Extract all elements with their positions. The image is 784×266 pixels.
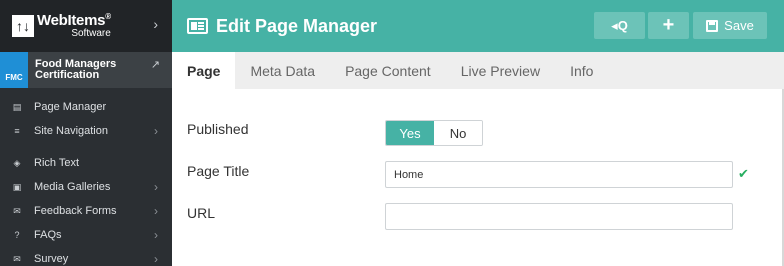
envelope-icon: ✉ [13, 253, 21, 264]
tab-page-content[interactable]: Page Content [330, 52, 446, 89]
chevron-right-icon: › [154, 124, 158, 138]
published-yes-option[interactable]: Yes [386, 121, 434, 145]
site-selector[interactable]: FMC Food Managers Certification ↗ [0, 52, 172, 88]
sidebar-item-label: FAQs [34, 229, 62, 241]
logo-mark-icon: ↑↓ [12, 15, 34, 37]
sidebar-item-rich-text[interactable]: ◈ Rich Text [0, 151, 172, 175]
url-label: URL [187, 205, 216, 221]
sidebar-item-media-galleries[interactable]: ▣ Media Galleries › [0, 175, 172, 199]
page-title-label: Page Title [187, 163, 250, 179]
sidebar-item-feedback-forms[interactable]: ✉ Feedback Forms › [0, 199, 172, 223]
collapse-chevron-icon[interactable]: › [153, 16, 158, 32]
chevron-right-icon: › [154, 228, 158, 242]
chevron-right-icon: › [154, 252, 158, 266]
save-label: Save [724, 18, 754, 33]
save-button[interactable]: Save [693, 12, 767, 39]
tab-page[interactable]: Page [172, 52, 236, 89]
sidebar-item-label: Rich Text [34, 157, 80, 169]
external-link-icon[interactable]: ↗ [151, 58, 160, 71]
brand-sub: Software [71, 28, 111, 39]
brand-logo[interactable]: ↑↓ WebItems® Software [12, 13, 111, 39]
image-icon: ▣ [12, 181, 22, 192]
sidebar-item-label: Page Manager [34, 101, 107, 113]
newspaper-icon [187, 18, 208, 34]
site-name: Food Managers Certification [35, 58, 117, 81]
sidebar-item-faqs[interactable]: ? FAQs › [0, 223, 172, 247]
sidebar-item-site-navigation[interactable]: ≡ Site Navigation › [0, 119, 172, 143]
published-toggle[interactable]: Yes No [385, 120, 483, 146]
tab-meta-data[interactable]: Meta Data [235, 52, 330, 89]
chevron-right-icon: › [154, 204, 158, 218]
url-input[interactable] [385, 203, 733, 230]
chevron-right-icon: › [154, 180, 158, 194]
envelope-icon: ✉ [13, 205, 21, 216]
cube-icon: ◈ [13, 157, 21, 168]
back-search-button[interactable]: ◂Q [594, 12, 645, 39]
tab-live-preview[interactable]: Live Preview [446, 52, 555, 89]
sidebar-item-label: Survey [34, 253, 69, 265]
sidebar-item-page-manager[interactable]: ▤ Page Manager [0, 95, 172, 119]
tab-bar: Page Meta Data Page Content Live Preview… [172, 52, 784, 89]
brand-name: WebItems [37, 12, 106, 29]
sidebar-item-label: Site Navigation [34, 125, 108, 137]
sidebar-item-label: Media Galleries [34, 181, 111, 193]
header-bar: Edit Page Manager ◂Q + Save [172, 0, 784, 52]
sidebar-item-label: Feedback Forms [34, 205, 117, 217]
list-icon: ≡ [14, 126, 20, 136]
page-title: Edit Page Manager [216, 15, 378, 36]
floppy-disk-icon [706, 19, 719, 32]
published-no-option[interactable]: No [434, 121, 482, 145]
add-button[interactable]: + [648, 12, 689, 39]
brand-bar: ↑↓ WebItems® Software › [0, 0, 172, 52]
site-badge: FMC [0, 52, 28, 88]
sidebar-item-survey[interactable]: ✉ Survey › [0, 247, 172, 266]
page-title-input[interactable]: Home [385, 161, 733, 188]
sidebar: ↑↓ WebItems® Software › FMC Food Manager… [0, 0, 172, 266]
nav-spacer [0, 143, 172, 151]
sidebar-nav: ▤ Page Manager ≡ Site Navigation › ◈ Ric… [0, 88, 172, 266]
published-label: Published [187, 121, 249, 137]
check-icon: ✔ [738, 166, 749, 181]
page-manager-icon: ▤ [12, 101, 22, 112]
question-icon: ? [14, 230, 20, 240]
tab-info[interactable]: Info [555, 52, 608, 89]
brand-reg: ® [105, 12, 111, 21]
